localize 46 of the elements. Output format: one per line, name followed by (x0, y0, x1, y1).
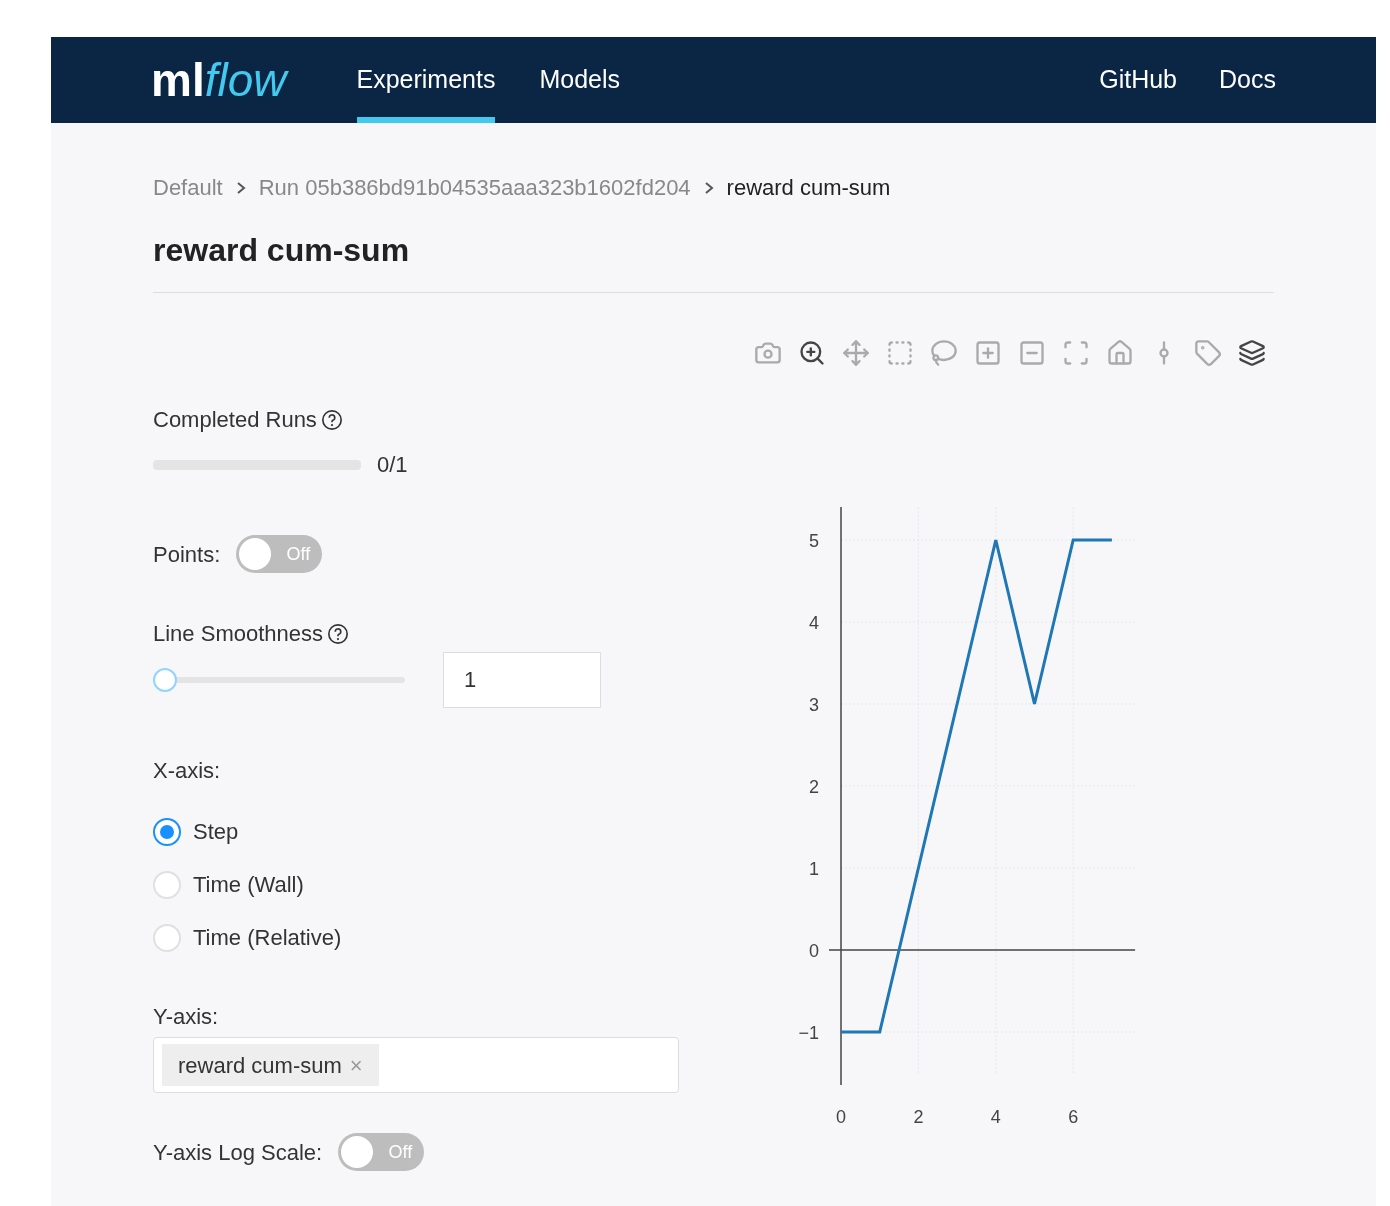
field-label: X-axis: (153, 757, 222, 785)
help-icon[interactable] (327, 622, 349, 645)
y-tick-label: 1 (809, 859, 819, 879)
radio-label: Time (Relative) (193, 924, 342, 952)
zoom-icon[interactable] (798, 339, 826, 367)
box-select-icon[interactable] (886, 339, 914, 367)
y-tick-label: −1 (798, 1023, 819, 1043)
field-label: Points: (153, 540, 221, 569)
nav-link[interactable]: Docs (1219, 37, 1276, 123)
y-tick-label: 4 (809, 613, 819, 633)
radio-label: Step (193, 818, 239, 846)
help-icon[interactable] (320, 408, 343, 431)
logo[interactable]: mlflow (151, 37, 287, 123)
autoscale-icon[interactable] (1062, 339, 1090, 367)
home-icon[interactable] (1106, 339, 1134, 367)
plus-square-icon[interactable] (974, 339, 1002, 367)
slider-thumb[interactable] (153, 668, 177, 692)
nav-link[interactable]: GitHub (1099, 37, 1178, 123)
x-tick-label: 4 (990, 1107, 1001, 1127)
progress-reading: 0/1 (377, 451, 408, 479)
field-label: Y-axis: (153, 1003, 220, 1031)
minus-square-icon[interactable] (1018, 339, 1046, 367)
y-tick-label: 2 (809, 777, 819, 797)
number-field[interactable]: 1 (443, 652, 601, 708)
page-title: reward cum-sum (153, 226, 1274, 293)
breadcrumb-item[interactable]: reward cum-sum (726, 171, 891, 204)
move-icon[interactable] (842, 339, 870, 367)
nav-tab[interactable]: Experiments (356, 37, 496, 123)
selected-tag[interactable]: reward cum-sum × (162, 1044, 379, 1086)
y-tick-label: 3 (809, 695, 819, 715)
x-tick-label: 2 (913, 1107, 924, 1127)
x-tick-label: 0 (836, 1107, 846, 1127)
x-tick-label: 6 (1068, 1107, 1079, 1127)
radio-button[interactable] (153, 817, 181, 846)
field-label: Y-axis Log Scale: (153, 1138, 323, 1167)
stacked-tags-icon[interactable] (1238, 339, 1266, 367)
tag-icon[interactable] (1194, 339, 1222, 367)
field-label: Completed Runs (153, 406, 317, 434)
y-tick-label: 5 (809, 531, 819, 551)
lasso-icon[interactable] (930, 339, 958, 367)
radio-label: Time (Wall) (193, 871, 304, 899)
y-tick-label: 0 (809, 941, 819, 961)
select-field[interactable]: reward cum-sum × (153, 1037, 679, 1093)
nav-tab[interactable]: Models (539, 37, 621, 123)
field-label: Line Smoothness (153, 620, 323, 648)
slider[interactable] (153, 668, 405, 692)
